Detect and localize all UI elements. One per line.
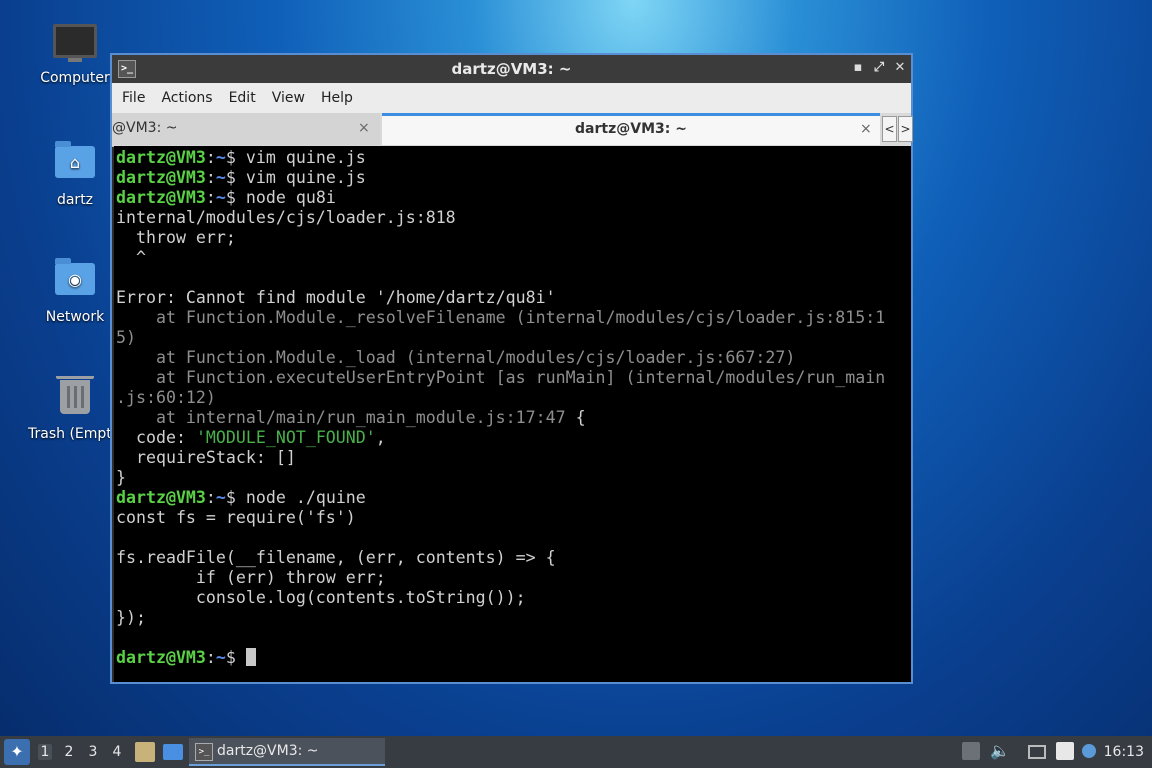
tab-label: dartz@VM3: ~ [575, 121, 687, 137]
tab-close-icon[interactable]: × [860, 116, 872, 142]
terminal-line: .js:60:12) [116, 388, 216, 407]
terminal-line: dartz@VM3:~$ node ./quine [116, 488, 366, 507]
terminal-line: at Function.Module._resolveFilename (int… [116, 308, 886, 327]
terminal-line: requireStack: [] [116, 448, 296, 467]
terminal-line: dartz@VM3:~$ node qu8i [116, 188, 336, 207]
workspace-4[interactable]: 4 [110, 744, 124, 760]
window-title: dartz@VM3: ~ [451, 60, 572, 78]
terminal-line: throw err; [116, 228, 236, 247]
terminal-line: code: 'MODULE_NOT_FOUND', [116, 428, 386, 447]
menu-actions[interactable]: Actions [153, 83, 220, 106]
taskbar-item-terminal[interactable]: >_ dartz@VM3: ~ [189, 738, 385, 766]
file-manager-launcher-icon[interactable] [135, 742, 155, 762]
terminal-window: >_ dartz@VM3: ~ ▪ ⤢ ✕ File Actions Edit Vie… [110, 53, 913, 684]
terminal-prompt-line: dartz@VM3:~$ [116, 648, 911, 668]
terminal-line: internal/modules/cjs/loader.js:818 [116, 208, 456, 227]
taskbar-item-label: dartz@VM3: ~ [217, 743, 319, 759]
terminal-line: ^ [116, 248, 146, 267]
menu-file[interactable]: File [112, 83, 153, 106]
workspace-2[interactable]: 2 [62, 744, 76, 760]
taskbar-panel: ✦ 1 2 3 4 >_ dartz@VM3: ~ 🔈 16:13 [0, 736, 1152, 768]
terminal-line: 5) [116, 328, 136, 347]
volume-icon[interactable]: 🔈 [990, 742, 1010, 760]
tab-scroll-right-icon[interactable]: > [898, 116, 913, 142]
tab-label: @VM3: ~ [112, 120, 178, 136]
tab-bar: @VM3: ~ × dartz@VM3: ~ × < > [112, 113, 913, 147]
terminal-icon: >_ [195, 743, 213, 761]
app-menu-icon[interactable]: ✦ [4, 739, 30, 765]
menu-bar: File Actions Edit View Help [112, 83, 911, 113]
network-folder-icon: ◉ [53, 258, 97, 303]
terminal-line: } [116, 468, 126, 487]
terminal-line: dartz@VM3:~$ vim quine.js [116, 168, 366, 187]
window-titlebar[interactable]: >_ dartz@VM3: ~ ▪ ⤢ ✕ [112, 55, 911, 83]
network-status-icon[interactable] [1028, 745, 1046, 759]
menu-help[interactable]: Help [313, 83, 361, 106]
tab-scroll-left-icon[interactable]: < [882, 116, 897, 142]
tab-inactive[interactable]: @VM3: ~ × [112, 113, 380, 145]
terminal-line: at Function.executeUserEntryPoint [as ru… [116, 368, 886, 387]
show-desktop-icon[interactable] [163, 744, 183, 760]
terminal-line: Error: Cannot find module '/home/dartz/q… [116, 288, 556, 307]
terminal-line: at internal/main/run_main_module.js:17:4… [116, 408, 586, 427]
clipboard-icon[interactable] [1056, 742, 1074, 760]
trash-icon [53, 376, 97, 420]
terminal-line: }); [116, 608, 146, 627]
terminal-line: fs.readFile(__filename, (err, contents) … [116, 548, 556, 567]
computer-icon [53, 24, 97, 64]
menu-view[interactable]: View [264, 83, 313, 106]
notification-icon[interactable] [1082, 744, 1096, 758]
minimize-icon[interactable]: ▪ [850, 60, 866, 76]
terminal-line: dartz@VM3:~$ vim quine.js [116, 148, 366, 167]
tab-close-icon[interactable]: × [358, 113, 370, 143]
text-cursor [245, 648, 256, 666]
terminal-line: at Function.Module._load (internal/modul… [116, 348, 796, 367]
tray-expand-icon[interactable] [962, 742, 980, 760]
terminal-output[interactable]: dartz@VM3:~$ vim quine.js dartz@VM3:~$ v… [114, 146, 911, 682]
tab-active[interactable]: dartz@VM3: ~ × [382, 113, 880, 145]
terminal-line: console.log(contents.toString()); [116, 588, 526, 607]
clock[interactable]: 16:13 [1104, 744, 1144, 760]
terminal-line: if (err) throw err; [116, 568, 386, 587]
home-folder-icon: ⌂ [53, 141, 97, 186]
workspace-1[interactable]: 1 [38, 744, 52, 760]
terminal-line: const fs = require('fs') [116, 508, 356, 527]
workspace-3[interactable]: 3 [86, 744, 100, 760]
menu-edit[interactable]: Edit [221, 83, 264, 106]
close-icon[interactable]: ✕ [892, 60, 908, 76]
maximize-icon[interactable]: ⤢ [871, 60, 887, 76]
